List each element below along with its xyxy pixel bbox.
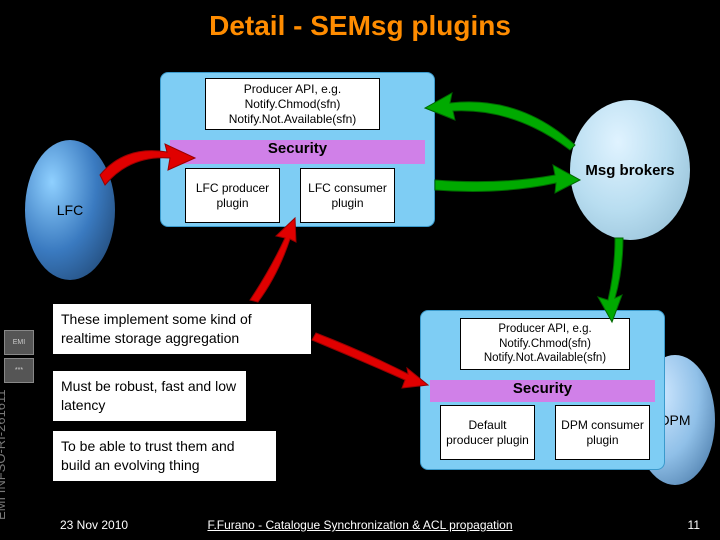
arrow-lfc-group-to-brokers xyxy=(435,165,580,193)
producer-api-box-dpm: Producer API, e.g. Notify.Chmod(sfn) Not… xyxy=(460,318,630,370)
sidebar-project-id: EMI INFSO-RI-261611 xyxy=(0,389,8,520)
arrow-note1-to-lfc-plugins xyxy=(250,218,296,302)
lfc-producer-plugin-box: LFC producer plugin xyxy=(185,168,280,223)
default-producer-plugin-box: Default producer plugin xyxy=(440,405,535,460)
producer-api-box-lfc: Producer API, e.g. Notify.Chmod(sfn) Not… xyxy=(205,78,380,130)
logo-icon: EMI xyxy=(4,330,34,355)
security-band-dpm: Security xyxy=(430,380,655,402)
arrow-brokers-to-lfc-group xyxy=(425,93,575,150)
note-robust-fast: Must be robust, fast and low latency xyxy=(52,370,247,422)
slide-title: Detail - SEMsg plugins xyxy=(0,10,720,42)
msg-brokers-node: Msg brokers xyxy=(570,100,690,240)
lfc-consumer-plugin-box: LFC consumer plugin xyxy=(300,168,395,223)
note-trust-evolving: To be able to trust them and build an ev… xyxy=(52,430,277,482)
lfc-node: LFC xyxy=(25,140,115,280)
logo-stack: EMI *** xyxy=(4,330,39,390)
arrow-note1-to-dpm-plugins xyxy=(312,333,428,388)
footer-author-title: F.Furano - Catalogue Synchronization & A… xyxy=(0,518,720,532)
footer-page-number: 11 xyxy=(688,518,700,532)
msg-label: Msg brokers xyxy=(585,162,674,179)
security-band-lfc: Security xyxy=(170,140,425,164)
dpm-consumer-plugin-box: DPM consumer plugin xyxy=(555,405,650,460)
note-realtime-aggregation: These implement some kind of realtime st… xyxy=(52,303,312,355)
logo-icon: *** xyxy=(4,358,34,383)
lfc-label: LFC xyxy=(57,202,83,218)
